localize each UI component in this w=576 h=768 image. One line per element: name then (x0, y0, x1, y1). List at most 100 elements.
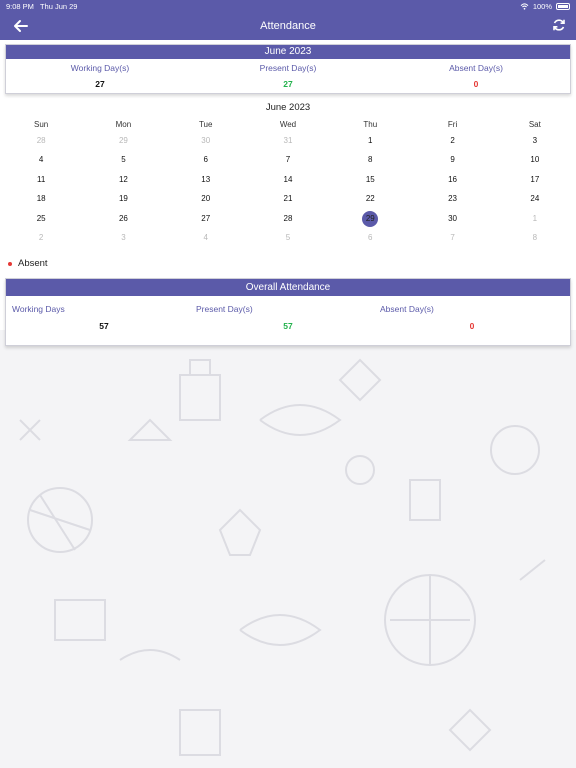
calendar-day[interactable]: 29 (82, 133, 164, 149)
calendar-day[interactable]: 16 (411, 172, 493, 188)
calendar-day[interactable]: 10 (494, 152, 576, 168)
calendar-day[interactable]: 7 (247, 152, 329, 168)
calendar-day-number: 21 (283, 194, 293, 204)
weekday-label: Thu (363, 119, 378, 129)
working-days-label: Working Day(s) (70, 63, 130, 73)
overall-attendance-title: Overall Attendance (6, 279, 570, 296)
month-present-stat: Present Day(s) 27 (194, 59, 382, 89)
weekday-label: Sun (34, 119, 49, 129)
calendar-day[interactable]: 14 (247, 172, 329, 188)
calendar-day[interactable]: 3 (494, 133, 576, 149)
overall-working-stat: Working Days 57 (12, 296, 196, 331)
calendar-day-number: 3 (121, 233, 126, 243)
calendar-day-selected[interactable]: 29 (329, 210, 411, 227)
calendar-day-number: 7 (450, 233, 455, 243)
calendar-day[interactable]: 23 (411, 191, 493, 207)
status-bar: 9:08 PM Thu Jun 29 100% (0, 0, 576, 12)
calendar-day[interactable]: 2 (411, 133, 493, 149)
calendar-day[interactable]: 5 (82, 152, 164, 168)
calendar-day-number: 19 (118, 194, 128, 204)
calendar-day[interactable]: 4 (165, 230, 247, 246)
calendar-day[interactable]: 18 (0, 191, 82, 207)
calendar-week-row: 28 29 30 31 1 2 3 (0, 131, 576, 151)
month-absent-stat: Absent Day(s) 0 (382, 59, 570, 89)
absent-days-label: Absent Day(s) (449, 63, 503, 73)
overall-attendance-card: Overall Attendance Working Days 57 Prese… (5, 278, 571, 346)
legend: Absent (8, 258, 48, 269)
calendar-day[interactable]: 1 (494, 211, 576, 227)
attendance-content: June 2023 Working Day(s) 27 Present Day(… (0, 40, 576, 346)
calendar-day[interactable]: 2 (0, 230, 82, 246)
calendar-day[interactable]: 1 (329, 133, 411, 149)
calendar-day[interactable]: 6 (329, 230, 411, 246)
month-working-stat: Working Day(s) 27 (6, 59, 194, 89)
weekday-label: Fri (447, 119, 458, 129)
calendar-day-number: 29 (118, 135, 128, 145)
calendar-day-number: 6 (203, 155, 208, 165)
weekday-label: Sat (528, 119, 541, 129)
calendar-day[interactable]: 20 (165, 191, 247, 207)
calendar-day[interactable]: 28 (0, 133, 82, 149)
calendar-day[interactable]: 31 (247, 133, 329, 149)
calendar-day[interactable]: 13 (165, 172, 247, 188)
calendar-day-number: 28 (36, 135, 46, 145)
calendar-day-number: 31 (283, 135, 293, 145)
calendar-day-number: 26 (118, 213, 128, 223)
calendar-week-row: 4 5 6 7 8 9 10 (0, 151, 576, 171)
calendar-week-row: 25 26 27 28 29 30 1 (0, 209, 576, 229)
calendar-day[interactable]: 6 (165, 152, 247, 168)
calendar-day-number: 5 (285, 233, 291, 243)
refresh-icon[interactable] (552, 18, 566, 32)
calendar-day-number: 8 (532, 233, 538, 243)
calendar-day-number: 12 (118, 174, 128, 184)
calendar-day[interactable]: 12 (82, 172, 164, 188)
calendar-day[interactable]: 19 (82, 191, 164, 207)
calendar-day-number: 1 (532, 213, 538, 223)
calendar-day[interactable]: 3 (82, 230, 164, 246)
calendar-weekday-row: Sun Mon Tue Wed Thu Fri Sat (0, 117, 576, 131)
calendar-day-number: 23 (448, 194, 458, 204)
month-summary-title: June 2023 (6, 45, 570, 59)
overall-absent-stat: Absent Day(s) 0 (380, 296, 564, 331)
calendar-day[interactable]: 15 (329, 172, 411, 188)
calendar-day[interactable]: 26 (82, 211, 164, 227)
legend-absent-label: Absent (18, 258, 48, 269)
calendar-day[interactable]: 30 (165, 133, 247, 149)
calendar-day[interactable]: 17 (494, 172, 576, 188)
calendar-day[interactable]: 21 (247, 191, 329, 207)
calendar-day[interactable]: 30 (411, 211, 493, 227)
weekday-label: Tue (198, 119, 213, 129)
calendar-day[interactable]: 25 (0, 211, 82, 227)
app-bar: Attendance (0, 12, 576, 40)
calendar-day[interactable]: 24 (494, 191, 576, 207)
calendar-day[interactable]: 11 (0, 172, 82, 188)
overall-present-value: 57 (283, 321, 293, 331)
calendar-day[interactable]: 4 (0, 152, 82, 168)
calendar-day[interactable]: 22 (329, 191, 411, 207)
calendar-day-number: 20 (201, 194, 211, 204)
background-doodles (19, 358, 546, 756)
battery-icon (556, 2, 570, 10)
calendar-week-row: 18 19 20 21 22 23 24 (0, 190, 576, 210)
calendar-day-number: 24 (530, 194, 540, 204)
calendar-day-number: 15 (365, 174, 375, 184)
calendar-day[interactable]: 7 (411, 230, 493, 246)
calendar-day[interactable]: 8 (494, 230, 576, 246)
absent-dot-icon (8, 261, 12, 266)
calendar-day-number: 14 (283, 174, 293, 184)
calendar-day[interactable]: 27 (165, 211, 247, 227)
overall-working-label: Working Days (12, 304, 65, 314)
calendar-day[interactable]: 28 (247, 211, 329, 227)
calendar-day-number: 22 (365, 194, 375, 204)
present-days-label: Present Day(s) (259, 63, 317, 73)
weekday-label: Mon (115, 119, 132, 129)
calendar-day-number: 11 (36, 174, 46, 184)
calendar-weeks: 28 29 30 31 1 2 3 4 5 6 7 8 9 10 11 12 13 14 15 16 17 18 19 20 2… (0, 131, 576, 248)
arrow-left-icon[interactable] (12, 17, 30, 35)
calendar-day-number: 28 (283, 213, 293, 223)
calendar-day[interactable]: 5 (247, 230, 329, 246)
calendar-day[interactable]: 8 (329, 152, 411, 168)
calendar-day-number: 29 (362, 210, 379, 227)
calendar-day[interactable]: 9 (411, 152, 493, 168)
weekday-label: Wed (279, 119, 297, 129)
